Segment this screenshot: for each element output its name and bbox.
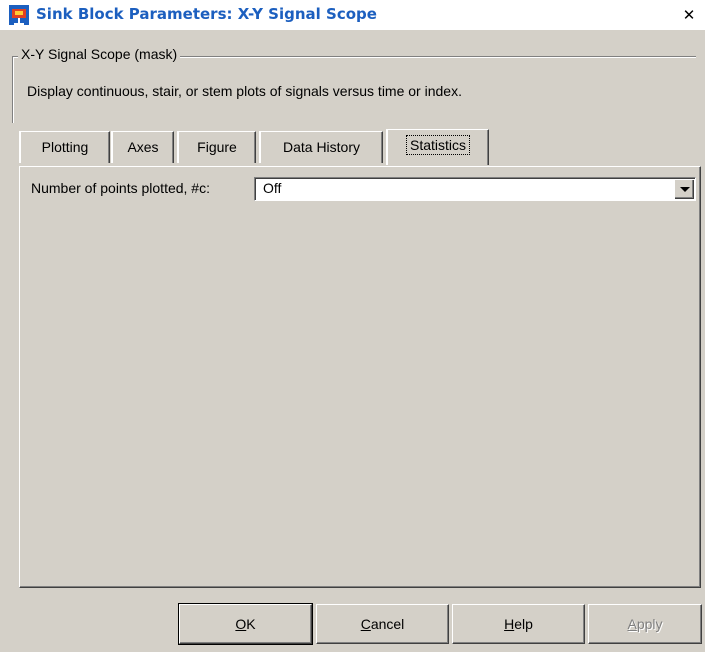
- tab-data-history[interactable]: Data History: [260, 131, 383, 163]
- help-mnemonic: H: [504, 616, 515, 632]
- tab-label: Statistics: [405, 135, 470, 155]
- points-plotted-value: Off: [263, 180, 282, 196]
- tab-label: Axes: [127, 139, 159, 155]
- tab-label: Figure: [197, 139, 237, 155]
- window-title: Sink Block Parameters: X-Y Signal Scope: [36, 5, 377, 23]
- tab-strip: Plotting Axes Figure Data History Statis…: [0, 125, 705, 169]
- tab-label: Data History: [282, 139, 361, 155]
- apply-label: pply: [636, 616, 663, 632]
- apply-mnemonic: A: [627, 616, 637, 632]
- tab-axes[interactable]: Axes: [112, 131, 174, 163]
- simulink-block-icon: [9, 5, 29, 25]
- cancel-mnemonic: C: [360, 616, 371, 632]
- close-icon[interactable]: ✕: [681, 7, 697, 23]
- ok-label: K: [246, 616, 256, 632]
- points-plotted-label: Number of points plotted, #c:: [31, 180, 210, 196]
- ok-mnemonic: O: [235, 616, 247, 632]
- cancel-button[interactable]: Cancel: [316, 604, 449, 644]
- tab-statistics[interactable]: Statistics: [387, 129, 489, 165]
- tab-label: Plotting: [41, 139, 89, 155]
- groupbox-title: X-Y Signal Scope (mask): [18, 46, 181, 62]
- mask-description: Display continuous, stair, or stem plots…: [27, 83, 462, 99]
- cancel-label: ancel: [370, 616, 405, 632]
- help-label: elp: [514, 616, 533, 632]
- points-plotted-select[interactable]: Off: [254, 177, 696, 201]
- help-button[interactable]: Help: [452, 604, 585, 644]
- tab-plotting[interactable]: Plotting: [20, 131, 110, 163]
- apply-button[interactable]: Apply: [588, 604, 702, 644]
- ok-button[interactable]: OK: [179, 604, 312, 644]
- chevron-down-icon[interactable]: [674, 179, 694, 199]
- tab-panel: [19, 166, 701, 588]
- tab-figure[interactable]: Figure: [178, 131, 256, 163]
- title-bar: Sink Block Parameters: X-Y Signal Scope …: [0, 0, 705, 30]
